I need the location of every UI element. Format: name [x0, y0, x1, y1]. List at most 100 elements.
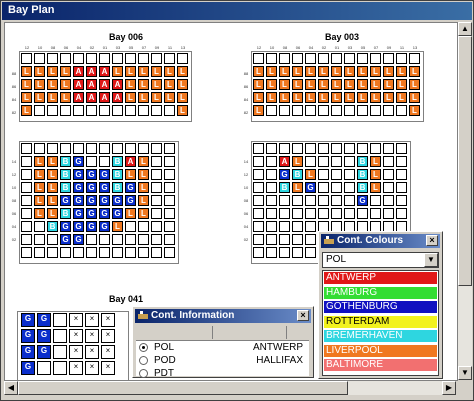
container-slot[interactable]: G: [86, 208, 97, 219]
container-slot[interactable]: [292, 53, 303, 64]
container-slot[interactable]: L: [253, 66, 264, 77]
container-slot[interactable]: [396, 143, 407, 154]
container-slot[interactable]: [305, 247, 316, 258]
container-slot[interactable]: [253, 143, 264, 154]
container-slot[interactable]: L: [177, 79, 188, 90]
container-slot[interactable]: B: [60, 156, 71, 167]
container-slot[interactable]: A: [99, 66, 110, 77]
container-slot[interactable]: ×: [101, 313, 115, 327]
container-slot[interactable]: [370, 105, 381, 116]
container-slot[interactable]: [253, 247, 264, 258]
container-slot[interactable]: [99, 247, 110, 258]
container-slot[interactable]: [99, 234, 110, 245]
container-slot[interactable]: L: [370, 169, 381, 180]
container-slot[interactable]: [344, 156, 355, 167]
container-slot[interactable]: B: [47, 221, 58, 232]
container-slot[interactable]: L: [60, 79, 71, 90]
container-slot[interactable]: A: [99, 92, 110, 103]
container-slot[interactable]: [112, 143, 123, 154]
container-slot[interactable]: B: [112, 182, 123, 193]
container-slot[interactable]: [279, 247, 290, 258]
container-slot[interactable]: [331, 195, 342, 206]
container-slot[interactable]: [318, 182, 329, 193]
container-slot[interactable]: L: [138, 156, 149, 167]
cont-colours-titlebar[interactable]: Cont. Colours ×: [321, 234, 440, 248]
container-slot[interactable]: [266, 208, 277, 219]
container-slot[interactable]: L: [125, 92, 136, 103]
container-slot[interactable]: L: [125, 208, 136, 219]
container-slot[interactable]: ×: [85, 361, 99, 375]
container-slot[interactable]: L: [164, 79, 175, 90]
container-slot[interactable]: [253, 53, 264, 64]
container-slot[interactable]: ×: [101, 329, 115, 343]
container-slot[interactable]: [99, 53, 110, 64]
container-slot[interactable]: [266, 221, 277, 232]
container-slot[interactable]: L: [344, 79, 355, 90]
container-slot[interactable]: L: [292, 92, 303, 103]
container-slot[interactable]: [21, 143, 32, 154]
container-slot[interactable]: L: [34, 169, 45, 180]
container-slot[interactable]: L: [292, 66, 303, 77]
container-slot[interactable]: L: [21, 79, 32, 90]
container-slot[interactable]: [253, 208, 264, 219]
container-slot[interactable]: [253, 221, 264, 232]
container-slot[interactable]: [60, 105, 71, 116]
container-slot[interactable]: [138, 143, 149, 154]
container-slot[interactable]: [409, 53, 420, 64]
container-slot[interactable]: L: [138, 182, 149, 193]
container-slot[interactable]: A: [279, 156, 290, 167]
container-slot[interactable]: A: [112, 79, 123, 90]
colour-legend-list[interactable]: ANTWERP HAMBURG GOTHENBURG ROTTERDAM BREMERH…: [322, 270, 439, 376]
container-slot[interactable]: G: [99, 195, 110, 206]
container-slot[interactable]: [138, 247, 149, 258]
container-slot[interactable]: [125, 234, 136, 245]
container-slot[interactable]: G: [21, 345, 35, 359]
container-slot[interactable]: [344, 105, 355, 116]
container-slot[interactable]: L: [370, 156, 381, 167]
container-slot[interactable]: L: [409, 105, 420, 116]
container-slot[interactable]: L: [47, 79, 58, 90]
container-slot[interactable]: [21, 182, 32, 193]
container-slot[interactable]: L: [383, 79, 394, 90]
container-slot[interactable]: B: [357, 182, 368, 193]
container-slot[interactable]: L: [331, 79, 342, 90]
container-slot[interactable]: G: [73, 234, 84, 245]
container-slot[interactable]: [34, 234, 45, 245]
container-slot[interactable]: [305, 143, 316, 154]
container-slot[interactable]: [266, 247, 277, 258]
container-slot[interactable]: [151, 247, 162, 258]
container-slot[interactable]: [253, 195, 264, 206]
container-slot[interactable]: [305, 156, 316, 167]
container-slot[interactable]: [60, 247, 71, 258]
container-slot[interactable]: [164, 247, 175, 258]
container-slot[interactable]: G: [73, 195, 84, 206]
container-slot[interactable]: ×: [69, 361, 83, 375]
container-slot[interactable]: L: [60, 66, 71, 77]
container-slot[interactable]: B: [112, 169, 123, 180]
container-slot[interactable]: L: [253, 105, 264, 116]
container-slot[interactable]: G: [73, 156, 84, 167]
container-slot[interactable]: [292, 195, 303, 206]
colour-mode-select[interactable]: POL ▼: [322, 252, 439, 268]
container-slot[interactable]: L: [34, 66, 45, 77]
container-slot[interactable]: L: [138, 79, 149, 90]
container-slot[interactable]: [266, 156, 277, 167]
container-slot[interactable]: [253, 156, 264, 167]
container-slot[interactable]: L: [125, 169, 136, 180]
container-slot[interactable]: [138, 221, 149, 232]
container-slot[interactable]: [34, 247, 45, 258]
container-slot[interactable]: [396, 195, 407, 206]
container-slot[interactable]: A: [86, 92, 97, 103]
container-slot[interactable]: [331, 182, 342, 193]
container-slot[interactable]: [279, 143, 290, 154]
container-slot[interactable]: L: [47, 208, 58, 219]
container-slot[interactable]: [266, 143, 277, 154]
container-slot[interactable]: [151, 143, 162, 154]
container-slot[interactable]: L: [177, 105, 188, 116]
container-slot[interactable]: [292, 208, 303, 219]
container-slot[interactable]: [138, 105, 149, 116]
container-slot[interactable]: L: [177, 66, 188, 77]
container-slot[interactable]: [151, 182, 162, 193]
container-slot[interactable]: [164, 182, 175, 193]
container-slot[interactable]: [253, 234, 264, 245]
